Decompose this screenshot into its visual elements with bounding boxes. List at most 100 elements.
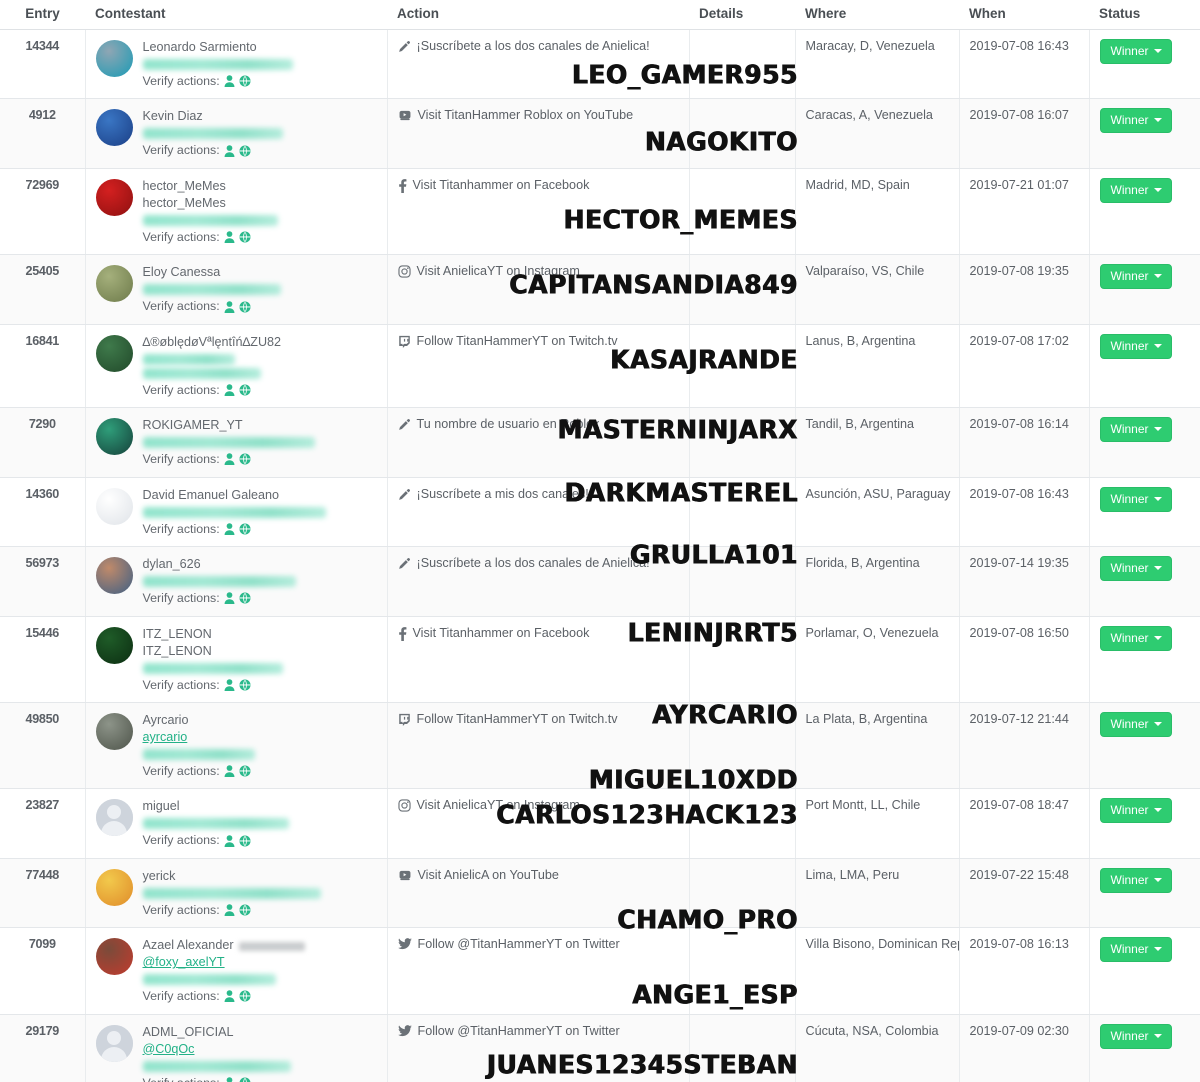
person-icon[interactable] [224, 765, 235, 778]
person-icon[interactable] [224, 904, 235, 917]
status-winner-button[interactable]: Winner [1099, 177, 1172, 203]
redacted-email [142, 214, 278, 226]
when-cell: 2019-07-08 16:13 [959, 927, 1090, 1015]
column-header-where[interactable]: Where [795, 0, 959, 30]
column-header-status[interactable]: Status [1089, 0, 1200, 30]
entry-number: 29179 [0, 1014, 86, 1082]
contestant-handle-link[interactable]: ayrcario [143, 729, 188, 746]
status-winner-button[interactable]: Winner [1099, 39, 1172, 64]
action-cell: Visit Titanhammer on Facebook [387, 616, 690, 704]
globe-icon[interactable] [239, 384, 251, 396]
status-winner-button[interactable]: Winner [1099, 867, 1172, 893]
action-label: Visit AnielicaYT on Instagram [416, 798, 580, 813]
status-badge-label: Winner [1110, 338, 1149, 353]
status-winner-button[interactable]: Winner [1099, 264, 1172, 290]
status-winner-button[interactable]: Winner [1099, 108, 1172, 134]
column-header-action[interactable]: Action [387, 0, 689, 30]
globe-icon[interactable] [239, 145, 251, 157]
person-icon[interactable] [224, 144, 235, 157]
globe-icon[interactable] [239, 523, 251, 535]
verify-actions-label: Verify actions: [142, 521, 220, 536]
verify-actions: Verify actions: [143, 298, 377, 315]
twitch-icon [398, 335, 411, 348]
globe-icon[interactable] [239, 679, 251, 691]
avatar [95, 334, 133, 372]
person-icon[interactable] [224, 384, 235, 396]
when-cell: 2019-07-09 02:30 [959, 1014, 1090, 1082]
where-cell: Lima, LMA, Peru [795, 858, 960, 929]
action-label: Visit Titanhammer on Facebook [412, 625, 590, 640]
table-row: 14344 Leonardo Sarmiento Verify actions: ¡S… [0, 29, 1200, 100]
redacted-email [142, 748, 255, 760]
pencil-icon [398, 557, 411, 570]
status-winner-button[interactable]: Winner [1099, 486, 1172, 512]
column-header-contestant[interactable]: Contestant [85, 0, 387, 30]
verify-actions-label: Verify actions: [142, 229, 220, 244]
globe-icon[interactable] [239, 453, 251, 466]
person-icon[interactable] [224, 834, 235, 847]
verify-actions-label: Verify actions: [142, 833, 220, 848]
avatar [95, 40, 133, 77]
redacted-email [142, 974, 276, 986]
contestant-handle-link[interactable]: @foxy_axelYT [143, 954, 225, 971]
redacted-email [142, 58, 293, 70]
contestant-handle-link[interactable]: @C0qOc [143, 1041, 195, 1058]
chevron-down-icon [1153, 274, 1162, 279]
table-row: 77448 yerick Verify actions: Visit AnielicA… [0, 858, 1200, 929]
status-winner-button[interactable]: Winner [1099, 417, 1172, 443]
table-row: 16841 ∆®øblędøVªlęntîń∆ZU82 Verify actions… [0, 324, 1200, 409]
contestant-cell: Leonardo Sarmiento Verify actions: [85, 29, 388, 100]
globe-icon[interactable] [239, 765, 251, 777]
contestant-name: ITZ_LENON [142, 626, 212, 641]
status-winner-button[interactable]: Winner [1099, 333, 1172, 359]
status-winner-button[interactable]: Winner [1099, 937, 1172, 963]
globe-icon[interactable] [239, 231, 251, 243]
twitch-icon [398, 713, 411, 727]
avatar [95, 713, 133, 751]
person-icon[interactable] [224, 1077, 235, 1082]
avatar [95, 265, 133, 303]
status-winner-button[interactable]: Winner [1099, 798, 1172, 824]
avatar [95, 178, 133, 216]
column-header-entry[interactable]: Entry [0, 0, 85, 30]
chevron-down-icon [1153, 187, 1162, 192]
globe-icon[interactable] [239, 904, 251, 916]
status-winner-button[interactable]: Winner [1099, 625, 1172, 651]
action-cell: Follow TitanHammerYT on Twitch.tv [387, 324, 690, 409]
status-winner-button[interactable]: Winner [1099, 712, 1172, 738]
where-cell: Cúcuta, NSA, Colombia [795, 1014, 960, 1082]
redacted-email [142, 128, 283, 140]
contestant-name: hector_MeMes [142, 178, 226, 193]
action-cell: Follow @TitanHammerYT on Twitter [387, 1014, 690, 1082]
column-header-when[interactable]: When [959, 0, 1089, 30]
pencil-icon [398, 40, 411, 53]
status-winner-button[interactable]: Winner [1099, 556, 1172, 582]
globe-icon[interactable] [239, 1077, 251, 1082]
details-cell [689, 324, 796, 409]
person-icon[interactable] [224, 990, 235, 1003]
status-winner-button[interactable]: Winner [1099, 1023, 1172, 1049]
avatar [95, 418, 133, 456]
where-cell: Villa Bisono, Dominican Republi [795, 927, 960, 1015]
header-row: Entry Contestant Action Details Where Wh… [0, 0, 1200, 30]
person-icon[interactable] [224, 679, 235, 691]
person-icon[interactable] [224, 75, 235, 88]
contestant-name: Leonardo Sarmiento [142, 40, 257, 54]
when-cell: 2019-07-08 16:07 [959, 98, 1090, 169]
person-icon[interactable] [224, 231, 235, 243]
globe-icon[interactable] [239, 592, 251, 604]
chevron-down-icon [1153, 947, 1162, 952]
when-cell: 2019-07-08 18:47 [959, 788, 1090, 859]
person-icon[interactable] [224, 300, 235, 313]
globe-icon[interactable] [239, 835, 251, 847]
globe-icon[interactable] [239, 75, 251, 87]
globe-icon[interactable] [239, 300, 251, 313]
where-cell: Maracay, D, Venezuela [795, 29, 960, 100]
verify-actions-label: Verify actions: [142, 763, 220, 778]
person-icon[interactable] [224, 453, 235, 466]
person-icon[interactable] [224, 523, 235, 535]
column-header-details[interactable]: Details [689, 0, 795, 30]
person-icon[interactable] [224, 592, 235, 605]
avatar [95, 557, 133, 595]
globe-icon[interactable] [239, 990, 251, 1003]
